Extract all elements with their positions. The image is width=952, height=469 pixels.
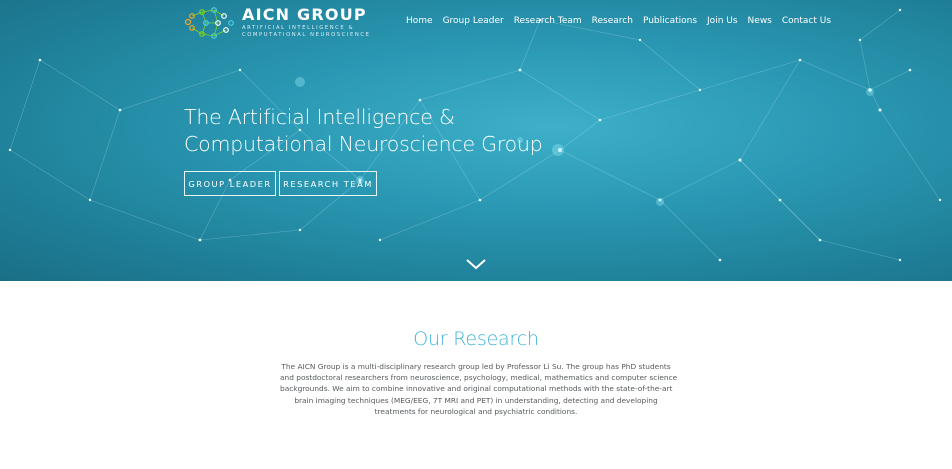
research-description: The AICN Group is a multi-disciplinary r… [280,361,678,417]
hero-title-line1: The Artificial Intelligence & [184,105,455,129]
hero-banner: AICN GROUP ARTIFICIAL INTELLIGENCE & COM… [0,0,952,281]
nav-publications[interactable]: Publications [643,16,697,26]
nav-group-leader[interactable]: Group Leader [443,16,504,26]
brand-subtitle-line2: COMPUTATIONAL NEUROSCIENCE [242,32,371,38]
research-section-title: Our Research [413,328,539,350]
nav-research[interactable]: Research [592,16,633,26]
description-line: backgrounds. We aim to combine innovativ… [280,384,673,394]
chevron-down-icon[interactable] [465,258,487,270]
nav-home[interactable]: Home [406,16,433,26]
nav-contact-us[interactable]: Contact Us [782,16,831,26]
description-line: treatments for neurological and psychiat… [374,406,578,416]
nav-research-team[interactable]: Research Team [514,16,582,26]
hero-title: The Artificial Intelligence & Computatio… [184,104,543,158]
description-line: brain imaging techniques (MEG/EEG, 7T MR… [294,395,658,405]
group-leader-button[interactable]: GROUP LEADER [184,171,276,196]
nav-news[interactable]: News [748,16,772,26]
main-nav: Home Group Leader Research Team Research… [406,16,841,26]
network-logo-icon [184,7,234,39]
brand-subtitle-line1: ARTIFICIAL INTELLIGENCE & [242,25,355,31]
nav-join-us[interactable]: Join Us [707,16,738,26]
hero-title-line2: Computational Neuroscience Group [184,132,543,156]
brand-title: AICN GROUP [242,5,367,24]
description-line: The AICN Group is a multi-disciplinary r… [281,362,671,371]
research-team-button[interactable]: RESEARCH TEAM [279,171,377,196]
description-line: and postdoctoral researchers from neuros… [280,373,678,383]
brand-logo[interactable]: AICN GROUP ARTIFICIAL INTELLIGENCE & COM… [184,4,369,40]
